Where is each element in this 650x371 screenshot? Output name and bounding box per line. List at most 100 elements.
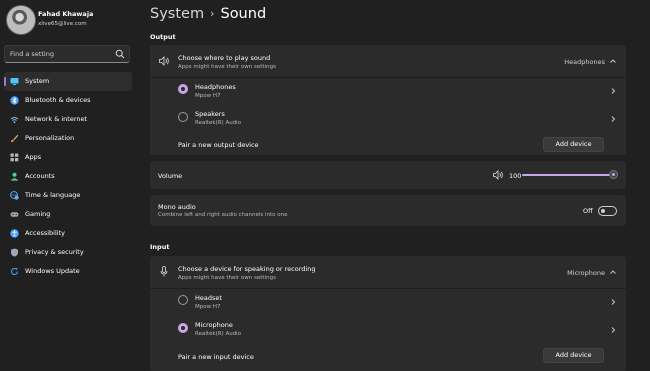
mono-audio-subtitle: Combine left and right audio channels in…: [158, 212, 288, 218]
wifi-icon: [10, 117, 19, 124]
volume-slider-thumb[interactable]: [609, 170, 618, 179]
mono-audio-title: Mono audio: [158, 203, 196, 211]
profile-email: xlive65@live.com: [38, 21, 87, 27]
sidebar-item-bluetooth[interactable]: Bluetooth & devices: [4, 91, 132, 110]
pair-output-row: Pair a new output device Add device: [150, 133, 626, 155]
output-choose-value: Headphones: [564, 58, 605, 66]
device-name: Microphone: [195, 321, 233, 329]
sidebar-item-label: Accounts: [25, 172, 55, 180]
mono-audio-state: Off: [583, 207, 593, 215]
sidebar-item-label: Personalization: [25, 134, 75, 142]
sidebar-item-apps[interactable]: Apps: [4, 148, 132, 167]
search-icon: [115, 49, 125, 59]
add-output-device-button[interactable]: Add device: [543, 137, 604, 152]
user-profile[interactable]: Fahad Khawaja xlive65@live.com: [6, 5, 140, 35]
monitor-icon: [10, 78, 19, 85]
accessibility-icon: [10, 229, 19, 238]
device-name: Headset: [195, 294, 222, 302]
volume-slider[interactable]: [522, 170, 618, 180]
sidebar-item-time-language[interactable]: Time & language: [4, 186, 132, 205]
pair-input-row: Pair a new input device Add device: [150, 345, 626, 369]
mono-audio-toggle[interactable]: [598, 206, 617, 216]
input-section-label: Input: [150, 243, 170, 251]
output-section-label: Output: [150, 33, 176, 41]
chevron-right-icon[interactable]: [609, 326, 617, 334]
sidebar-item-label: Network & internet: [25, 115, 88, 123]
pair-output-label: Pair a new output device: [178, 141, 259, 149]
pair-input-label: Pair a new input device: [178, 353, 254, 361]
volume-value: 100: [509, 172, 522, 180]
output-choose-row[interactable]: Choose where to play sound Apps might ha…: [150, 45, 626, 77]
sidebar-item-windows-update[interactable]: Windows Update: [4, 262, 132, 281]
mono-audio-card: Mono audio Combine left and right audio …: [150, 195, 626, 226]
device-name: Speakers: [195, 110, 225, 118]
output-device-card: Choose where to play sound Apps might ha…: [150, 45, 626, 155]
input-device-card: Choose a device for speaking or recordin…: [150, 256, 626, 371]
input-choose-subtitle: Apps might have their own settings: [178, 275, 276, 281]
chevron-right-icon[interactable]: [609, 115, 617, 123]
radio-headset[interactable]: [178, 295, 188, 305]
input-choose-title: Choose a device for speaking or recordin…: [178, 265, 316, 273]
output-choose-subtitle: Apps might have their own settings: [178, 64, 276, 70]
chevron-right-icon[interactable]: [609, 298, 617, 306]
volume-card: Volume 100: [150, 161, 626, 189]
sidebar-item-label: Privacy & security: [25, 248, 84, 256]
output-device-speakers[interactable]: Speakers Realtek(R) Audio: [150, 106, 626, 132]
input-choose-value: Microphone: [567, 269, 605, 277]
search-placeholder: Find a setting: [10, 50, 54, 58]
apps-icon: [10, 153, 19, 162]
volume-label: Volume: [158, 172, 183, 180]
sidebar-item-privacy-security[interactable]: Privacy & security: [4, 243, 132, 262]
add-input-device-button[interactable]: Add device: [543, 348, 604, 363]
bluetooth-icon: [10, 96, 19, 105]
device-detail: Mpow H7: [195, 304, 221, 310]
shield-icon: [11, 248, 18, 257]
volume-slider-track: [522, 174, 614, 176]
sidebar: Fahad Khawaja xlive65@live.com Find a se…: [0, 0, 140, 371]
globe-clock-icon: [10, 191, 19, 200]
radio-speakers[interactable]: [178, 112, 188, 122]
sidebar-item-gaming[interactable]: Gaming: [4, 205, 132, 224]
breadcrumb-parent[interactable]: System: [150, 6, 204, 22]
sidebar-item-accessibility[interactable]: Accessibility: [4, 224, 132, 243]
device-detail: Realtek(R) Audio: [195, 120, 242, 126]
speaker-icon: [159, 56, 169, 66]
radio-headphones[interactable]: [178, 84, 188, 94]
device-name: Headphones: [195, 83, 236, 91]
person-icon: [10, 172, 19, 181]
volume-icon[interactable]: [493, 170, 504, 180]
sidebar-item-accounts[interactable]: Accounts: [4, 167, 132, 186]
brush-icon: [11, 134, 19, 143]
output-choose-title: Choose where to play sound: [178, 54, 271, 62]
profile-name: Fahad Khawaja: [38, 10, 94, 18]
sidebar-item-label: System: [25, 77, 50, 85]
avatar: [6, 5, 36, 35]
sidebar-item-label: Gaming: [25, 210, 51, 218]
device-detail: Mpow H7: [195, 93, 221, 99]
main-content: System › Sound Output Choose where to play…: [150, 0, 626, 371]
search-input[interactable]: Find a setting: [4, 45, 130, 63]
input-device-headset[interactable]: Headset Mpow H7: [150, 289, 626, 317]
input-device-microphone[interactable]: Microphone Realtek(R) Audio: [150, 317, 626, 344]
gamepad-icon: [10, 212, 19, 217]
sidebar-item-label: Windows Update: [25, 267, 80, 275]
breadcrumb-separator: ›: [210, 7, 215, 20]
update-icon: [10, 267, 19, 275]
chevron-up-icon[interactable]: [609, 268, 617, 276]
sidebar-item-system[interactable]: System: [4, 72, 132, 91]
page-title: Sound: [220, 6, 267, 22]
sidebar-item-label: Bluetooth & devices: [25, 96, 91, 104]
device-detail: Realtek(R) Audio: [195, 331, 242, 337]
microphone-icon: [160, 266, 168, 277]
sidebar-nav: System Bluetooth & devices Network & int…: [4, 72, 132, 281]
chevron-up-icon[interactable]: [609, 57, 617, 65]
output-device-headphones[interactable]: Headphones Mpow H7: [150, 78, 626, 106]
sidebar-item-label: Time & language: [25, 191, 81, 199]
chevron-right-icon[interactable]: [609, 87, 617, 95]
input-choose-row[interactable]: Choose a device for speaking or recordin…: [150, 256, 626, 288]
sidebar-item-label: Accessibility: [25, 229, 65, 237]
radio-microphone[interactable]: [178, 323, 188, 333]
sidebar-item-label: Apps: [25, 153, 42, 161]
sidebar-item-personalization[interactable]: Personalization: [4, 129, 132, 148]
sidebar-item-network[interactable]: Network & internet: [4, 110, 132, 129]
